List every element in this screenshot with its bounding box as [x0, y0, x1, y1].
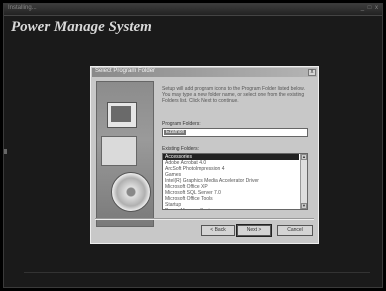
edge-marker — [4, 149, 7, 154]
close-icon[interactable]: x — [308, 69, 316, 76]
folder-list-item[interactable]: Power Manage System — [163, 208, 299, 209]
select-program-folder-dialog: Select Program Folder x Setup will add p… — [90, 66, 319, 244]
program-folder-input[interactable]: Ezamon — [162, 128, 308, 137]
desktop-screen: Installing... _ □ x Power Manage System … — [3, 3, 383, 288]
program-folder-label: Program Folders: — [162, 121, 201, 127]
app-title: Power Manage System — [11, 19, 152, 35]
existing-folders-label: Existing Folders: — [162, 146, 199, 152]
scroll-down-icon[interactable]: ▼ — [301, 203, 307, 209]
dialog-titlebar: Select Program Folder x — [92, 68, 317, 77]
cd-disc-icon — [111, 172, 151, 212]
cancel-button[interactable]: Cancel — [277, 225, 313, 236]
window-controls[interactable]: _ □ x — [361, 5, 379, 11]
button-divider — [95, 218, 314, 220]
dialog-description: Setup will add program icons to the Prog… — [162, 86, 305, 104]
package-icon — [101, 136, 137, 166]
bottom-divider — [24, 272, 370, 273]
existing-folders-list[interactable]: Accessories Adobe Acrobat 4.0 ArcSoft Phot… — [162, 153, 308, 210]
next-button[interactable]: Next > — [236, 224, 272, 237]
back-button[interactable]: < Back — [201, 225, 235, 236]
dialog-title: Select Program Folder — [95, 68, 156, 74]
window-title: Installing... — [8, 5, 37, 11]
monitor-icon — [107, 102, 137, 128]
program-folder-value: Ezamon — [164, 129, 187, 135]
setup-illustration — [96, 81, 154, 227]
scroll-up-icon[interactable]: ▲ — [301, 154, 307, 160]
folders-scrollbar[interactable]: ▲ ▼ — [300, 154, 307, 209]
title-strip: Installing... _ □ x — [4, 4, 382, 16]
